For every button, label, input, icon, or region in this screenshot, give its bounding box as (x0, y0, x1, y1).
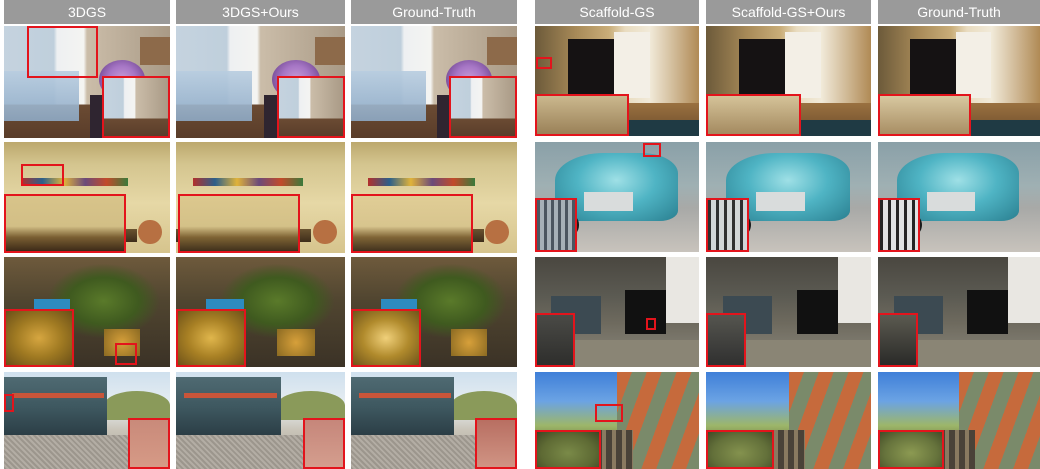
zoom-inset (351, 194, 473, 253)
zoom-inset (351, 309, 421, 367)
highlight-box (115, 343, 137, 365)
zoom-inset (4, 309, 74, 367)
highlight-box (646, 318, 656, 330)
zoom-inset (878, 430, 944, 469)
image-scaffold-car (535, 142, 699, 252)
zoom-inset (535, 430, 601, 469)
zoom-inset (102, 76, 170, 138)
highlight-box (595, 404, 623, 422)
image-scaffold-ours-train-landscape (706, 372, 871, 469)
column-header-ground-truth-right: Ground-Truth (878, 0, 1040, 24)
highlight-box (21, 164, 64, 186)
zoom-inset (178, 194, 300, 253)
column-header-scaffold-gs: Scaffold-GS (535, 0, 699, 24)
zoom-inset (706, 198, 749, 252)
zoom-inset (706, 313, 746, 367)
highlight-box (27, 26, 98, 78)
image-gt-counter (351, 257, 517, 367)
highlight-box (643, 143, 661, 157)
zoom-inset (878, 198, 920, 252)
zoom-inset (535, 313, 575, 367)
image-gt-livingroom (878, 257, 1040, 367)
zoom-inset (176, 309, 246, 367)
column-header-scaffold-gs-ours: Scaffold-GS+Ours (706, 0, 871, 24)
image-scaffold-ours-livingroom (706, 257, 871, 367)
zoom-inset (535, 94, 629, 136)
zoom-inset (475, 418, 517, 469)
image-scaffold-ours-car (706, 142, 871, 252)
image-scaffold-livingroom (535, 257, 699, 367)
zoom-inset (878, 94, 971, 136)
image-3dgs-shelf (4, 142, 170, 253)
image-gt-train-landscape (878, 372, 1040, 469)
zoom-inset (535, 198, 577, 252)
highlight-box (4, 394, 14, 412)
column-header-3dgs: 3DGS (4, 0, 170, 24)
image-3dgs-ours-train (176, 372, 345, 469)
column-header-3dgs-ours: 3DGS+Ours (176, 0, 345, 24)
image-gt-car (878, 142, 1040, 252)
image-gt-train (351, 372, 517, 469)
image-gt-room (878, 26, 1040, 136)
image-gt-shelf (351, 142, 517, 253)
image-3dgs-ours-bedroom (176, 26, 345, 138)
image-3dgs-bedroom (4, 26, 170, 138)
zoom-inset (303, 418, 345, 469)
image-3dgs-ours-shelf (176, 142, 345, 253)
image-3dgs-ours-counter (176, 257, 345, 367)
zoom-inset (706, 94, 801, 136)
zoom-inset (277, 76, 345, 138)
zoom-inset (449, 76, 517, 138)
zoom-inset (706, 430, 774, 469)
image-gt-bedroom (351, 26, 517, 138)
image-3dgs-counter (4, 257, 170, 367)
zoom-inset (128, 418, 170, 469)
zoom-inset (4, 194, 126, 253)
column-header-ground-truth-left: Ground-Truth (351, 0, 517, 24)
highlight-box (536, 57, 552, 69)
image-scaffold-ours-room (706, 26, 871, 136)
image-scaffold-room (535, 26, 699, 136)
zoom-inset (878, 313, 918, 367)
image-3dgs-train (4, 372, 170, 469)
image-scaffold-train-landscape (535, 372, 699, 469)
